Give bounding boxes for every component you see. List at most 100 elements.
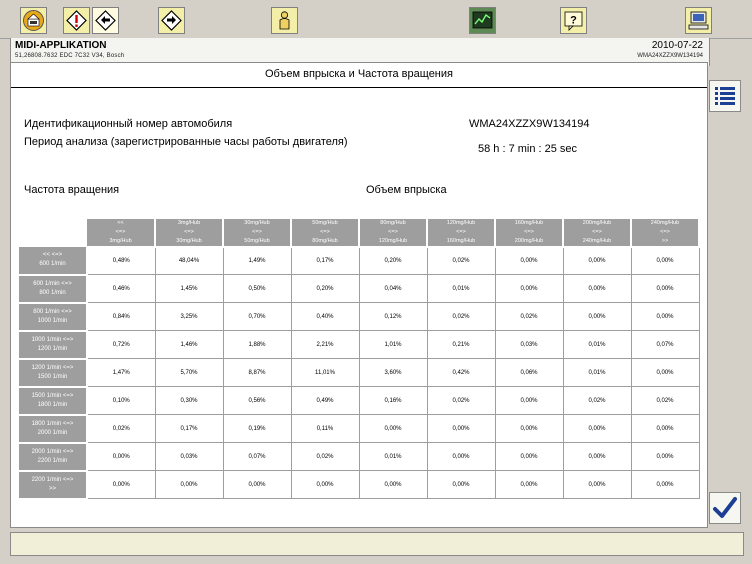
help-glyph: ? — [570, 15, 577, 27]
table-cell: 0,56% — [223, 386, 292, 415]
column-header-line: 50mg/Hub — [312, 220, 338, 226]
column-header: 120mg/Hub <=> 160mg/Hub — [427, 219, 496, 248]
table-cell: 0,00% — [87, 470, 156, 499]
column-header-line: 3mg/Hub — [177, 220, 201, 226]
table-cell: 2,21% — [291, 330, 360, 359]
row-header-line: 1800 1/min — [37, 401, 68, 408]
vin-label: Идентификационный номер автомобиля — [24, 118, 233, 130]
row-header-line: 600 1/min — [39, 261, 66, 268]
list-button[interactable] — [709, 80, 741, 112]
row-header-line: 2200 1/min <=> — [31, 476, 74, 483]
column-header: << <=> 3mg/Hub — [87, 219, 156, 248]
table-cell: 0,16% — [359, 386, 428, 415]
table-cell: 8,87% — [223, 358, 292, 387]
table-cell: 0,00% — [291, 470, 360, 499]
table-cell: 0,00% — [631, 247, 700, 275]
back-button[interactable] — [92, 7, 119, 34]
row-header: 1000 1/min <=> 1200 1/min — [19, 330, 88, 360]
diagnostics-button[interactable] — [63, 7, 90, 34]
back-icon — [95, 10, 116, 31]
column-header: 240mg/Hub <=> >> — [631, 219, 700, 248]
status-bar — [10, 532, 744, 556]
row-header: 2000 1/min <=> 2200 1/min — [19, 442, 88, 472]
table-cell: 0,11% — [291, 414, 360, 443]
row-header: 600 1/min <=> 800 1/min — [19, 274, 88, 304]
table-cell: 0,02% — [291, 442, 360, 471]
table-row: 800 1/min <=> 1000 1/min 0,84% 3,25% 0,70% 0,… — [19, 302, 700, 332]
row-header: << <=> 600 1/min — [19, 247, 88, 276]
table-cell: 0,12% — [359, 302, 428, 331]
table-cell: 3,60% — [359, 358, 428, 387]
column-header-line: <=> — [320, 229, 330, 235]
date-label: 2010-07-22 — [651, 40, 703, 51]
table-row: 1800 1/min <=> 2000 1/min 0,02% 0,17% 0,19% 0… — [19, 414, 700, 444]
home-button[interactable] — [20, 7, 47, 34]
table-cell: 0,00% — [427, 414, 496, 443]
row-header-line: 1800 1/min <=> — [31, 420, 74, 427]
content-panel: Объем впрыска и Частота вращения Идентиф… — [10, 62, 708, 528]
table-cell: 1,01% — [359, 330, 428, 359]
table-cell: 0,03% — [495, 330, 564, 359]
row-header: 1200 1/min <=> 1500 1/min — [19, 358, 88, 388]
column-header-line: <=> — [388, 229, 398, 235]
period-label: Период анализа (зарегистрированные часы … — [24, 136, 348, 148]
user-button[interactable] — [271, 7, 298, 34]
table-cell: 0,00% — [631, 302, 700, 331]
table-cell: 0,01% — [427, 274, 496, 303]
help-icon: ? — [564, 11, 583, 31]
table-cell: 0,00% — [495, 442, 564, 471]
table-cell: 0,00% — [631, 470, 700, 499]
table-cell: 0,00% — [87, 442, 156, 471]
table-row: 1000 1/min <=> 1200 1/min 0,72% 1,46% 1,88% 2… — [19, 330, 700, 360]
row-header-line: 800 1/min — [39, 289, 66, 296]
column-header: 160mg/Hub <=> 200mg/Hub — [495, 219, 564, 248]
injection-section-title: Объем впрыска — [366, 184, 447, 196]
column-header-line: <=> — [456, 229, 466, 235]
application-window: ? MIDI-APPLIKATION 51,26808.7632 EDC 7C3… — [0, 0, 752, 564]
column-header-line: <=> — [252, 229, 262, 235]
table-cell: 0,00% — [631, 274, 700, 303]
row-header-line: 1500 1/min — [37, 373, 68, 380]
table-row: << <=> 600 1/min 0,48% 48,04% 1,49% 0,17% 0,20… — [19, 247, 700, 276]
table-cell: 0,02% — [427, 302, 496, 331]
row-header-line: 1200 1/min — [37, 345, 68, 352]
forward-button[interactable] — [158, 7, 185, 34]
rpm-section-title: Частота вращения — [24, 184, 120, 196]
column-header: 50mg/Hub <=> 80mg/Hub — [291, 219, 360, 248]
table-row: 1500 1/min <=> 1800 1/min 0,10% 0,30% 0,56% 0… — [19, 386, 700, 416]
table-cell: 0,72% — [87, 330, 156, 359]
confirm-button[interactable] — [709, 492, 741, 524]
graph-icon — [472, 11, 493, 29]
column-header: 30mg/Hub <=> 50mg/Hub — [223, 219, 292, 248]
column-header-line: <=> — [115, 229, 126, 235]
table-cell: 0,07% — [223, 442, 292, 471]
table-cell: 48,04% — [155, 247, 224, 275]
column-header-line: 240mg/Hub — [582, 238, 612, 244]
graph-button[interactable] — [469, 7, 496, 34]
table-cell: 0,30% — [155, 386, 224, 415]
person-icon — [279, 11, 290, 30]
table-cell: 0,03% — [155, 442, 224, 471]
row-header: 2200 1/min <=> >> — [19, 470, 88, 500]
column-header-line: 30mg/Hub — [244, 220, 270, 226]
column-header-line: 200mg/Hub — [582, 220, 612, 226]
vin-small-label: WMA24XZZX9W134194 — [637, 53, 703, 59]
table-cell: 0,49% — [291, 386, 360, 415]
page-title: Объем впрыска и Частота вращения — [265, 68, 453, 80]
row-header: 1800 1/min <=> 2000 1/min — [19, 414, 88, 444]
column-header-line: 120mg/Hub — [378, 238, 408, 244]
table-cell: 0,02% — [427, 247, 496, 275]
row-header-line: >> — [48, 485, 56, 492]
computer-button[interactable] — [685, 7, 712, 34]
table-cell: 1,88% — [223, 330, 292, 359]
table-cell: 0,07% — [631, 330, 700, 359]
table-cell: 0,21% — [427, 330, 496, 359]
vin-value: WMA24XZZX9W134194 — [469, 118, 590, 130]
table-cell: 0,04% — [359, 274, 428, 303]
table-cell: 0,00% — [631, 358, 700, 387]
help-button[interactable]: ? — [560, 7, 587, 34]
column-header-line: 160mg/Hub — [514, 220, 544, 226]
table-cell: 11,01% — [291, 358, 360, 387]
table-cell: 3,25% — [155, 302, 224, 331]
toolbar: ? — [0, 0, 752, 39]
